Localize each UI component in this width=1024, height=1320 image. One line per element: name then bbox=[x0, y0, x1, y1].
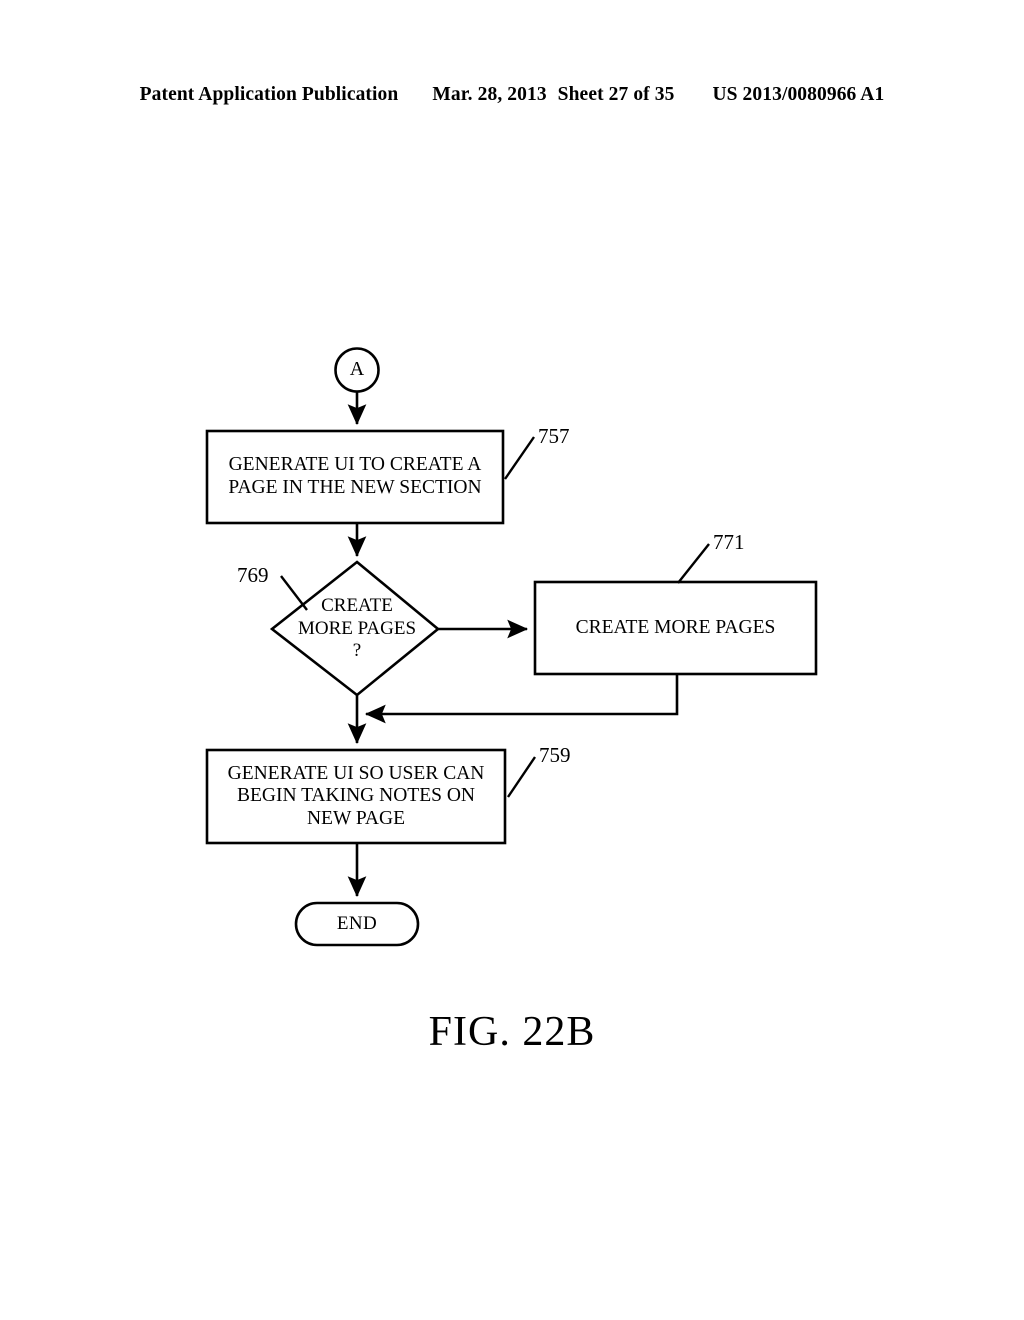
flowchart-canvas bbox=[205, 347, 818, 947]
ref-label-759: 759 bbox=[539, 743, 571, 767]
terminator-end bbox=[294, 901, 420, 947]
ref-label-769: 769 bbox=[237, 563, 269, 587]
leader-line-769 bbox=[280, 575, 308, 611]
leader-line-771 bbox=[677, 543, 710, 584]
decision-diamond-769 bbox=[269, 560, 441, 697]
leader-line-759 bbox=[507, 756, 536, 798]
process-box-771 bbox=[533, 580, 818, 676]
flowchart-figure: A GENERATE UI TO CREATE A PAGE IN THE NE… bbox=[0, 0, 1024, 1320]
ref-label-771: 771 bbox=[713, 530, 745, 554]
patent-figure-page: Patent Application Publication Mar. 28, 2… bbox=[0, 0, 1024, 1320]
process-box-757 bbox=[205, 429, 505, 525]
leader-line-757 bbox=[504, 436, 535, 480]
process-box-759 bbox=[205, 748, 507, 845]
connector-circle-a bbox=[334, 347, 380, 393]
ref-label-757: 757 bbox=[538, 424, 570, 448]
feedback-loop-771-to-trunk bbox=[364, 674, 679, 724]
figure-caption: FIG. 22B bbox=[428, 1009, 596, 1055]
